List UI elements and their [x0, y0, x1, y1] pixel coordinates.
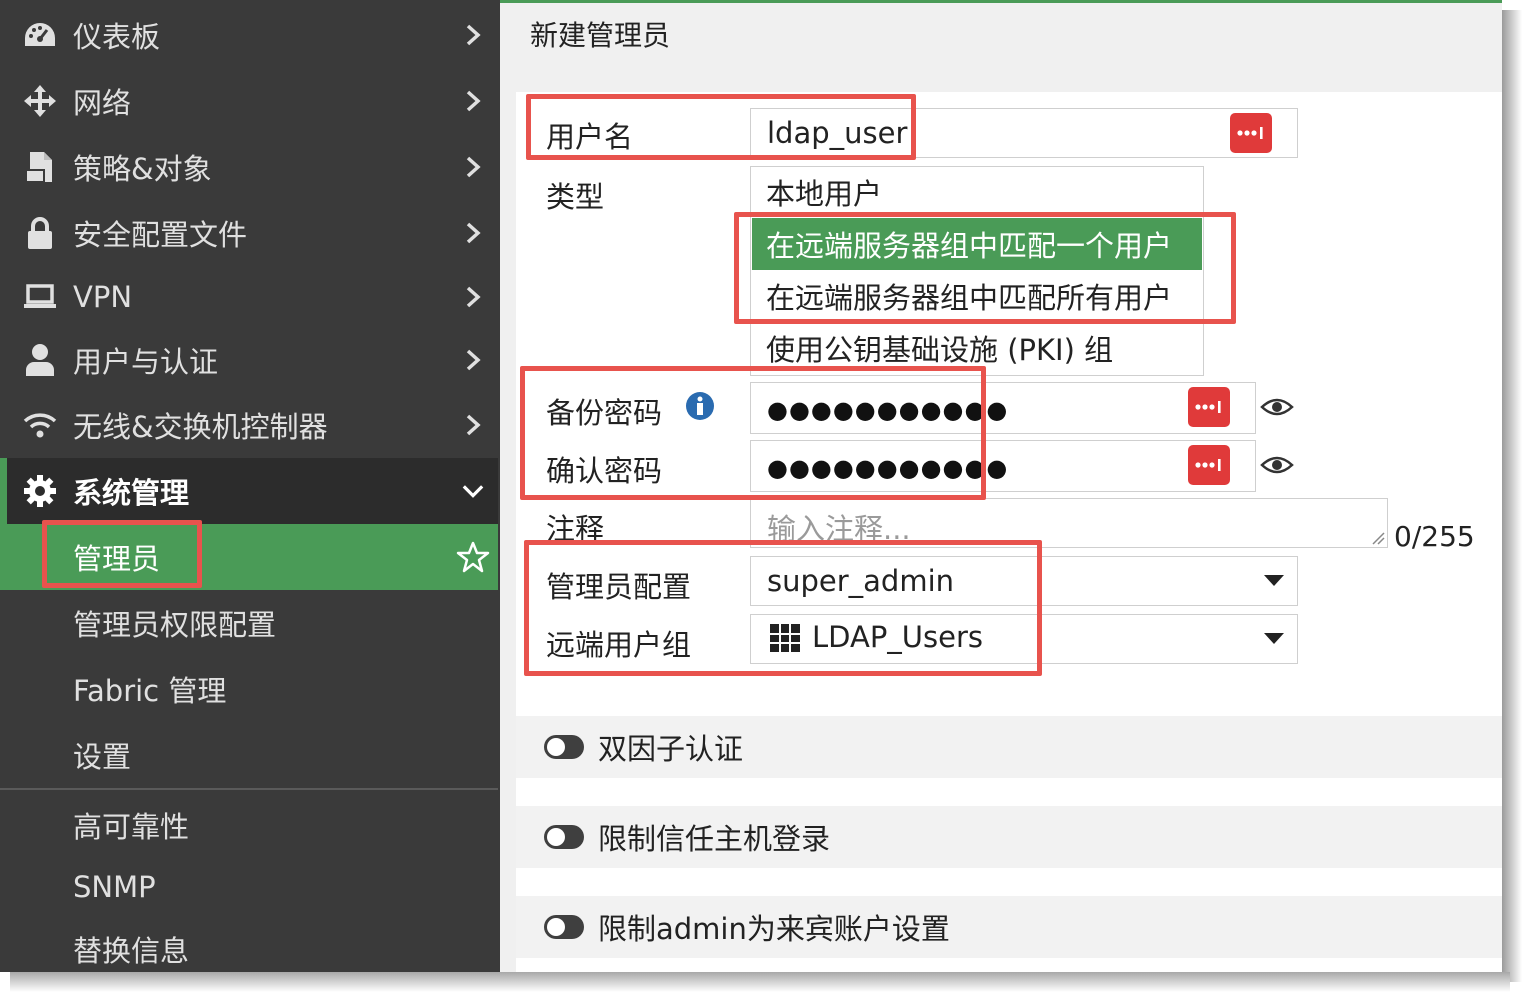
dropdown-caret-icon: [1264, 575, 1284, 586]
sidebar-item-label: 替换信息: [73, 934, 190, 968]
guest-accounts-toggle[interactable]: [544, 915, 584, 939]
comment-placeholder: 输入注释...: [767, 512, 911, 546]
username-label: 用户名: [546, 120, 634, 154]
chevron-right-icon: [462, 156, 484, 178]
laptop-icon: [22, 279, 58, 315]
user-group-icon: [770, 624, 800, 652]
password-manager-icon[interactable]: [1230, 113, 1272, 153]
sidebar-item-label: SNMP: [73, 870, 156, 904]
type-option-pki[interactable]: 使用公钥基础设施 (PKI) 组: [752, 322, 1202, 374]
comment-label: 注释: [546, 512, 605, 546]
lock-icon: [22, 215, 58, 251]
info-icon[interactable]: [686, 392, 714, 420]
sidebar-subitem-settings[interactable]: 设置: [0, 722, 498, 788]
type-option-local[interactable]: 本地用户: [752, 166, 1202, 218]
confirm-password-value: ●●●●●●●●●●●: [767, 454, 1009, 482]
sidebar: 仪表板 网络 策略&对象 安全配置文件 VPN 用户与认证 无线&交换机控制器 …: [0, 0, 500, 972]
sidebar-item-label: 用户与认证: [73, 345, 219, 379]
password-manager-icon[interactable]: [1188, 387, 1230, 427]
sidebar-item-label: 设置: [73, 740, 132, 774]
sidebar-item-label: 网络: [73, 86, 132, 120]
wifi-icon: [22, 407, 58, 443]
sidebar-item-label: 系统管理: [73, 476, 190, 510]
remote-group-label: 远端用户组: [546, 628, 692, 662]
chevron-right-icon: [462, 222, 484, 244]
chevron-right-icon: [462, 414, 484, 436]
sidebar-item-security-profiles[interactable]: 安全配置文件: [0, 200, 498, 266]
sidebar-subitem-snmp[interactable]: SNMP: [0, 854, 498, 920]
screenshot-shadow: [10, 972, 1510, 992]
sidebar-item-dashboard[interactable]: 仪表板: [0, 2, 498, 68]
sidebar-item-user-auth[interactable]: 用户与认证: [0, 327, 498, 393]
toggle-label: 限制admin为来宾账户设置: [598, 912, 950, 946]
page-title: 新建管理员: [530, 19, 671, 52]
type-label: 类型: [546, 180, 605, 214]
sidebar-subitem-admin-profiles[interactable]: 管理员权限配置: [0, 590, 498, 656]
resize-handle-icon: [1372, 532, 1385, 545]
chevron-right-icon: [462, 349, 484, 371]
two-factor-toggle[interactable]: [544, 735, 584, 759]
policy-document-icon: [22, 149, 58, 185]
toggle-row-guest-accounts: 限制admin为来宾账户设置: [516, 896, 1502, 958]
sidebar-item-label: 仪表板: [73, 20, 161, 54]
sidebar-subitem-replacement-messages[interactable]: 替换信息: [0, 916, 498, 972]
backup-password-value: ●●●●●●●●●●●: [767, 396, 1009, 424]
sidebar-item-network[interactable]: 网络: [0, 68, 498, 134]
dropdown-caret-icon: [1264, 633, 1284, 644]
user-icon: [22, 342, 58, 378]
remote-group-value: LDAP_Users: [812, 620, 984, 654]
sidebar-item-label: 管理员权限配置: [73, 608, 277, 642]
star-favorite-icon[interactable]: [456, 540, 490, 574]
sidebar-subitem-administrators[interactable]: 管理员: [0, 524, 498, 590]
password-manager-icon[interactable]: [1188, 445, 1230, 485]
admin-profile-value: super_admin: [767, 564, 955, 598]
sidebar-item-label: 管理员: [73, 542, 161, 576]
sidebar-item-label: 无线&交换机控制器: [73, 410, 328, 444]
chevron-right-icon: [462, 286, 484, 308]
sidebar-subitem-fabric[interactable]: Fabric 管理: [0, 656, 498, 722]
toggle-row-trusted-hosts: 限制信任主机登录: [516, 806, 1502, 868]
sidebar-subitem-ha[interactable]: 高可靠性: [0, 792, 498, 858]
toggle-label: 双因子认证: [598, 732, 744, 766]
dashboard-icon: [22, 17, 58, 53]
type-option-match-all[interactable]: 在远端服务器组中匹配所有用户: [752, 270, 1202, 322]
eye-icon[interactable]: [1260, 454, 1294, 476]
sidebar-item-label: 策略&对象: [73, 152, 212, 186]
chevron-right-icon: [462, 24, 484, 46]
sidebar-item-label: Fabric 管理: [73, 674, 227, 708]
sidebar-item-policy[interactable]: 策略&对象: [0, 134, 498, 200]
network-move-icon: [22, 83, 58, 119]
sidebar-item-label: VPN: [73, 280, 133, 314]
sidebar-item-vpn[interactable]: VPN: [0, 264, 498, 330]
admin-profile-label: 管理员配置: [546, 570, 692, 604]
active-indicator: [0, 458, 7, 524]
sidebar-item-system[interactable]: 系统管理: [0, 458, 498, 524]
backup-password-label: 备份密码: [546, 396, 663, 430]
sidebar-divider: [0, 788, 498, 790]
toggle-row-2fa: 双因子认证: [516, 716, 1502, 778]
sidebar-item-wireless[interactable]: 无线&交换机控制器: [0, 392, 498, 458]
sidebar-item-label: 高可靠性: [73, 810, 190, 844]
chevron-down-icon: [462, 480, 484, 502]
trusted-hosts-toggle[interactable]: [544, 825, 584, 849]
type-option-match-one[interactable]: 在远端服务器组中匹配一个用户: [752, 218, 1202, 270]
chevron-right-icon: [462, 90, 484, 112]
toggle-label: 限制信任主机登录: [598, 822, 831, 856]
username-value: ldap_user: [767, 116, 908, 150]
comment-counter: 0/255: [1394, 520, 1475, 553]
confirm-password-label: 确认密码: [546, 454, 663, 488]
accent-line: [500, 0, 1502, 3]
sidebar-item-label: 安全配置文件: [73, 218, 248, 252]
eye-icon[interactable]: [1260, 396, 1294, 418]
gear-icon: [22, 473, 58, 509]
screenshot-shadow: [1502, 10, 1522, 982]
